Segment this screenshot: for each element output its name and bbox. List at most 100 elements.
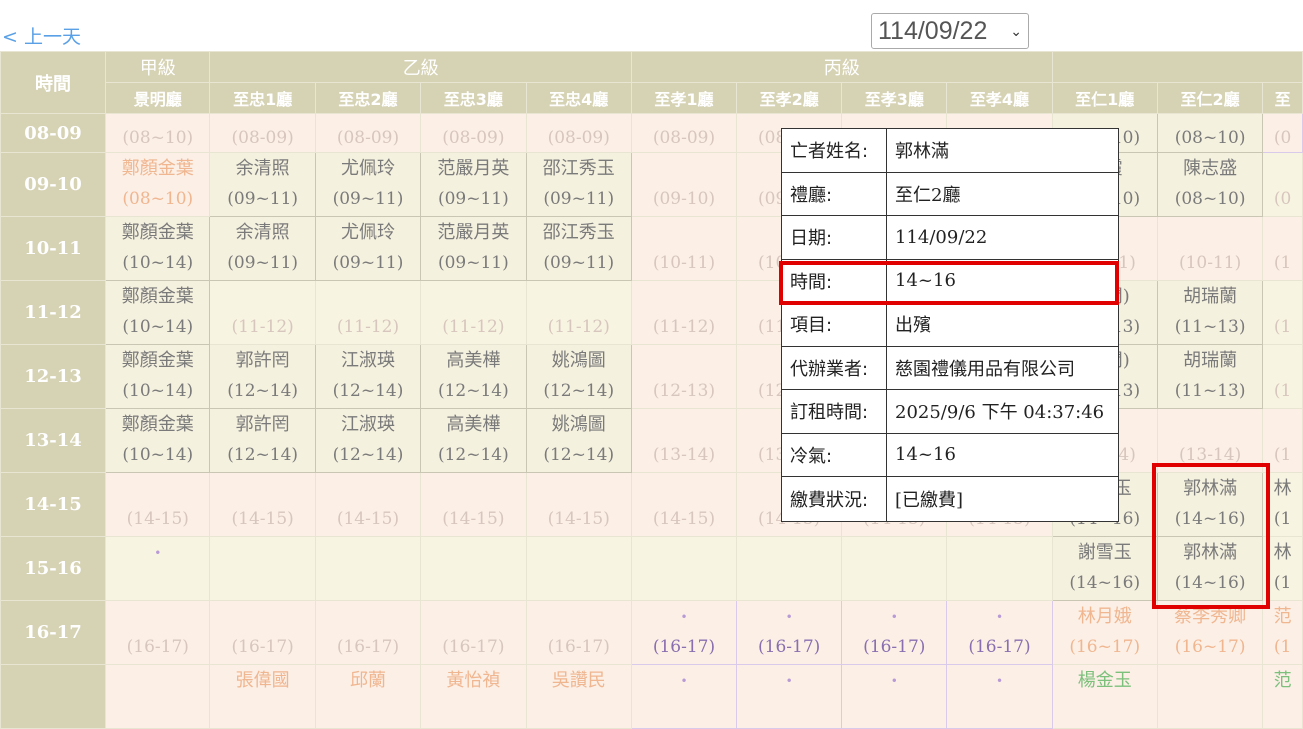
schedule-cell[interactable]: 姚鴻圖 (12~14) bbox=[525, 408, 632, 473]
schedule-cell[interactable]: 謝雪玉 (14~16) bbox=[1051, 536, 1158, 601]
schedule-cell[interactable]: (12-13) bbox=[630, 344, 738, 409]
hall-header[interactable]: 至孝1廳 bbox=[630, 82, 738, 114]
schedule-cell[interactable] bbox=[1156, 664, 1264, 729]
schedule-cell[interactable]: (10-11) bbox=[630, 216, 738, 281]
schedule-cell[interactable]: 楊金玉 bbox=[1051, 664, 1158, 729]
schedule-cell[interactable] bbox=[946, 536, 1053, 601]
schedule-cell[interactable]: (16-17) bbox=[105, 600, 211, 665]
schedule-cell[interactable]: (08-09) bbox=[420, 113, 527, 153]
hall-header[interactable]: 至忠1廳 bbox=[209, 82, 316, 114]
schedule-cell[interactable] bbox=[630, 536, 738, 601]
hall-header[interactable]: 至孝2廳 bbox=[736, 82, 843, 114]
schedule-cell[interactable]: 江淑瑛 (12~14) bbox=[314, 408, 422, 473]
schedule-cell[interactable]: • (16-17) bbox=[736, 600, 843, 665]
schedule-cell[interactable]: (14-15) bbox=[525, 472, 632, 537]
schedule-cell[interactable]: (08-09) bbox=[630, 113, 738, 153]
schedule-cell[interactable] bbox=[736, 536, 843, 601]
schedule-cell[interactable]: 鄭顏金葉 (10~14) bbox=[105, 408, 211, 473]
schedule-cell[interactable]: 邱蘭 bbox=[314, 664, 422, 729]
schedule-cell[interactable]: 余清照 (09~11) bbox=[209, 152, 316, 217]
schedule-cell[interactable]: (11-12) bbox=[420, 280, 527, 345]
schedule-cell[interactable]: (1 bbox=[1262, 344, 1303, 409]
schedule-cell[interactable]: 鄭顏金葉 (10~14) bbox=[105, 216, 211, 281]
schedule-cell[interactable]: 陳志盛 (08~10) bbox=[1156, 152, 1264, 217]
schedule-cell[interactable]: 余清照 (09~11) bbox=[209, 216, 316, 281]
schedule-cell[interactable]: (14-15) bbox=[420, 472, 527, 537]
hall-header[interactable]: 至 bbox=[1262, 82, 1303, 114]
schedule-cell[interactable]: 張偉國 bbox=[209, 664, 316, 729]
schedule-cell[interactable]: (09-10) bbox=[630, 152, 738, 217]
schedule-cell[interactable]: (08-09) bbox=[525, 113, 632, 153]
schedule-cell[interactable]: (13-14) bbox=[630, 408, 738, 473]
schedule-cell[interactable]: (10-11) bbox=[1156, 216, 1264, 281]
schedule-cell[interactable]: (14-15) bbox=[630, 472, 738, 537]
schedule-cell[interactable]: (08-09) bbox=[314, 113, 422, 153]
schedule-cell[interactable]: • (16-17) bbox=[841, 600, 948, 665]
schedule-cell[interactable]: 林月娥 (16~17) bbox=[1051, 600, 1158, 665]
hall-header[interactable]: 至忠3廳 bbox=[420, 82, 527, 114]
hall-header[interactable]: 至忠4廳 bbox=[525, 82, 632, 114]
schedule-cell[interactable]: (0 bbox=[1262, 152, 1303, 217]
schedule-cell[interactable]: 黃怡禎 bbox=[420, 664, 527, 729]
schedule-cell[interactable]: (14-15) bbox=[105, 472, 211, 537]
date-select[interactable]: 114/09/22 ⌄ bbox=[871, 13, 1029, 49]
schedule-cell[interactable]: (14-15) bbox=[314, 472, 422, 537]
schedule-cell[interactable]: • bbox=[841, 664, 948, 729]
schedule-cell[interactable]: (11-12) bbox=[209, 280, 316, 345]
schedule-cell[interactable]: 鄭顏金葉 (10~14) bbox=[105, 344, 211, 409]
schedule-cell[interactable] bbox=[209, 536, 316, 601]
hall-header[interactable]: 景明廳 bbox=[105, 82, 211, 114]
schedule-cell[interactable]: 邵江秀玉 (09~11) bbox=[525, 216, 632, 281]
schedule-cell[interactable]: (11-12) bbox=[314, 280, 422, 345]
schedule-cell[interactable]: 高美樺 (12~14) bbox=[420, 344, 527, 409]
schedule-cell[interactable]: (16-17) bbox=[314, 600, 422, 665]
schedule-cell[interactable]: 姚鴻圖 (12~14) bbox=[525, 344, 632, 409]
schedule-cell[interactable]: (16-17) bbox=[209, 600, 316, 665]
schedule-cell[interactable]: • (16-17) bbox=[946, 600, 1053, 665]
schedule-cell[interactable] bbox=[420, 536, 527, 601]
schedule-cell[interactable]: • bbox=[736, 664, 843, 729]
hall-header[interactable]: 至仁1廳 bbox=[1051, 82, 1158, 114]
schedule-cell[interactable]: • bbox=[105, 536, 211, 601]
schedule-cell[interactable]: (11-12) bbox=[630, 280, 738, 345]
previous-day-link[interactable]: < 上一天 bbox=[2, 22, 81, 49]
hall-header[interactable]: 至忠2廳 bbox=[314, 82, 422, 114]
schedule-cell[interactable]: (16-17) bbox=[525, 600, 632, 665]
hall-header[interactable]: 至孝4廳 bbox=[946, 82, 1053, 114]
schedule-cell[interactable]: 范嚴月英 (09~11) bbox=[420, 152, 527, 217]
schedule-cell[interactable]: • (16-17) bbox=[630, 600, 738, 665]
schedule-cell[interactable]: 郭許罔 (12~14) bbox=[209, 344, 316, 409]
hall-header[interactable]: 至仁2廳 bbox=[1156, 82, 1264, 114]
schedule-cell[interactable]: 范 (1 bbox=[1262, 600, 1303, 665]
hall-header[interactable]: 至孝3廳 bbox=[841, 82, 948, 114]
schedule-cell[interactable]: 胡瑞蘭 (11~13) bbox=[1156, 344, 1264, 409]
schedule-cell[interactable]: 鄭顏金葉 (10~14) bbox=[105, 280, 211, 345]
schedule-cell[interactable]: 江淑瑛 (12~14) bbox=[314, 344, 422, 409]
schedule-cell[interactable]: 尤佩玲 (09~11) bbox=[314, 152, 422, 217]
schedule-cell[interactable]: (16-17) bbox=[420, 600, 527, 665]
schedule-cell[interactable]: (0 bbox=[1262, 113, 1303, 153]
schedule-cell[interactable]: (08~10) bbox=[105, 113, 211, 153]
schedule-cell[interactable]: (11-12) bbox=[525, 280, 632, 345]
schedule-cell[interactable]: 范嚴月英 (09~11) bbox=[420, 216, 527, 281]
schedule-cell[interactable]: 蔡李秀卿 (16~17) bbox=[1156, 600, 1264, 665]
schedule-cell[interactable]: 尤佩玲 (09~11) bbox=[314, 216, 422, 281]
schedule-cell[interactable]: 邵江秀玉 (09~11) bbox=[525, 152, 632, 217]
schedule-cell[interactable]: 郭許罔 (12~14) bbox=[209, 408, 316, 473]
schedule-cell[interactable] bbox=[105, 664, 211, 729]
schedule-cell[interactable]: • bbox=[630, 664, 738, 729]
schedule-cell[interactable]: • bbox=[946, 664, 1053, 729]
schedule-cell[interactable]: 鄭顏金葉 (08~10) bbox=[105, 152, 211, 217]
schedule-cell[interactable]: (1 bbox=[1262, 216, 1303, 281]
schedule-cell[interactable]: 吳讚民 bbox=[525, 664, 632, 729]
schedule-cell[interactable] bbox=[525, 536, 632, 601]
schedule-cell[interactable]: 胡瑞蘭 (11~13) bbox=[1156, 280, 1264, 345]
schedule-cell[interactable]: 范 bbox=[1262, 664, 1303, 729]
schedule-cell[interactable]: (08~10) bbox=[1156, 113, 1264, 153]
schedule-cell[interactable] bbox=[841, 536, 948, 601]
schedule-cell[interactable]: 高美樺 (12~14) bbox=[420, 408, 527, 473]
schedule-cell[interactable]: (14-15) bbox=[209, 472, 316, 537]
schedule-cell[interactable]: (08-09) bbox=[209, 113, 316, 153]
schedule-cell[interactable] bbox=[314, 536, 422, 601]
schedule-cell[interactable]: (1 bbox=[1262, 280, 1303, 345]
